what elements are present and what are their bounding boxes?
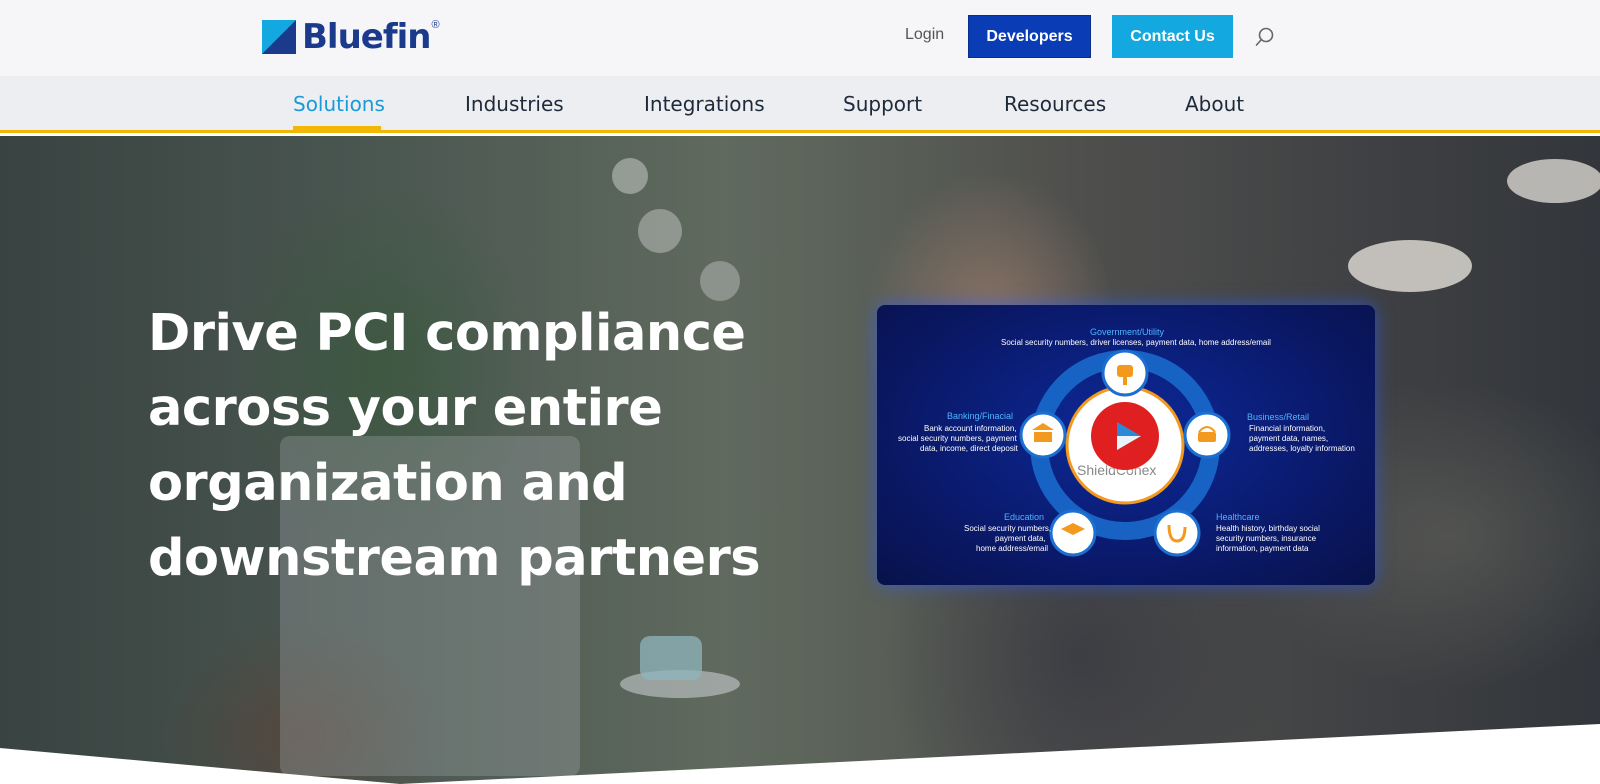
business-line1: Financial information, — [1249, 424, 1326, 433]
education-line3: home address/email — [976, 544, 1049, 553]
education-line2: payment data, — [995, 534, 1046, 543]
brand-name: Bluefin — [302, 17, 431, 57]
nav-item-support[interactable]: Support — [843, 92, 922, 116]
banking-title: Banking/Finacial — [947, 411, 1014, 421]
business-title: Business/Retail — [1247, 412, 1310, 422]
banking-line3: data, income, direct deposit — [920, 444, 1018, 453]
nav-item-resources[interactable]: Resources — [1004, 92, 1106, 116]
hero-bottom-divider — [0, 724, 1600, 784]
healthcare-line1: Health history, birthday social — [1216, 524, 1320, 533]
education-title: Education — [1004, 512, 1045, 522]
gov-text: Social security numbers, driver licenses… — [1001, 338, 1271, 347]
healthcare-title: Healthcare — [1216, 512, 1260, 522]
video-thumbnail[interactable]: ShieldConex Government/Utility Social se… — [877, 305, 1375, 585]
main-nav: Solutions Industries Integrations Suppor… — [0, 76, 1600, 133]
healthcare-line2: security numbers, insurance — [1216, 534, 1317, 543]
top-header: Bluefin ® Login Developers Contact Us — [0, 0, 1600, 76]
nav-item-solutions[interactable]: Solutions — [293, 92, 385, 116]
business-line3: addresses, loyalty information — [1249, 444, 1355, 453]
healthcare-line3: information, payment data — [1216, 544, 1309, 553]
nav-item-about[interactable]: About — [1185, 92, 1244, 116]
login-link[interactable]: Login — [905, 26, 944, 44]
hero-headline: Drive PCI compliance across your entire … — [148, 304, 761, 588]
contact-us-button[interactable]: Contact Us — [1112, 15, 1233, 58]
hero-section: Drive PCI compliance across your entire … — [0, 136, 1600, 784]
banking-line1: Bank account information, — [924, 424, 1017, 433]
play-icon — [1117, 422, 1141, 450]
education-line1: Social security numbers, — [964, 524, 1052, 533]
registered-mark: ® — [431, 19, 440, 31]
search-icon[interactable] — [1254, 26, 1276, 48]
bluefin-logo[interactable]: Bluefin ® — [262, 17, 440, 57]
nav-item-industries[interactable]: Industries — [465, 92, 564, 116]
bluefin-logo-icon — [262, 20, 296, 54]
play-button[interactable] — [1091, 402, 1159, 470]
developers-button[interactable]: Developers — [968, 15, 1091, 58]
banking-line2: social security numbers, payment — [898, 434, 1017, 443]
gov-title: Government/Utility — [1090, 327, 1165, 337]
business-line2: payment data, names, — [1249, 434, 1329, 443]
active-nav-indicator — [293, 126, 381, 130]
nav-item-integrations[interactable]: Integrations — [644, 92, 765, 116]
